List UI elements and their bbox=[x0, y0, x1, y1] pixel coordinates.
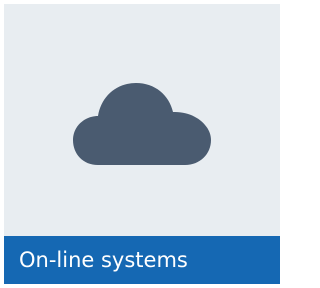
tile-caption-bar: On-line systems bbox=[4, 236, 280, 284]
tile-title: On-line systems bbox=[19, 247, 188, 272]
cloud-icon bbox=[73, 83, 211, 165]
tile-image-area bbox=[4, 4, 280, 236]
on-line-systems-tile[interactable]: On-line systems bbox=[4, 4, 280, 284]
